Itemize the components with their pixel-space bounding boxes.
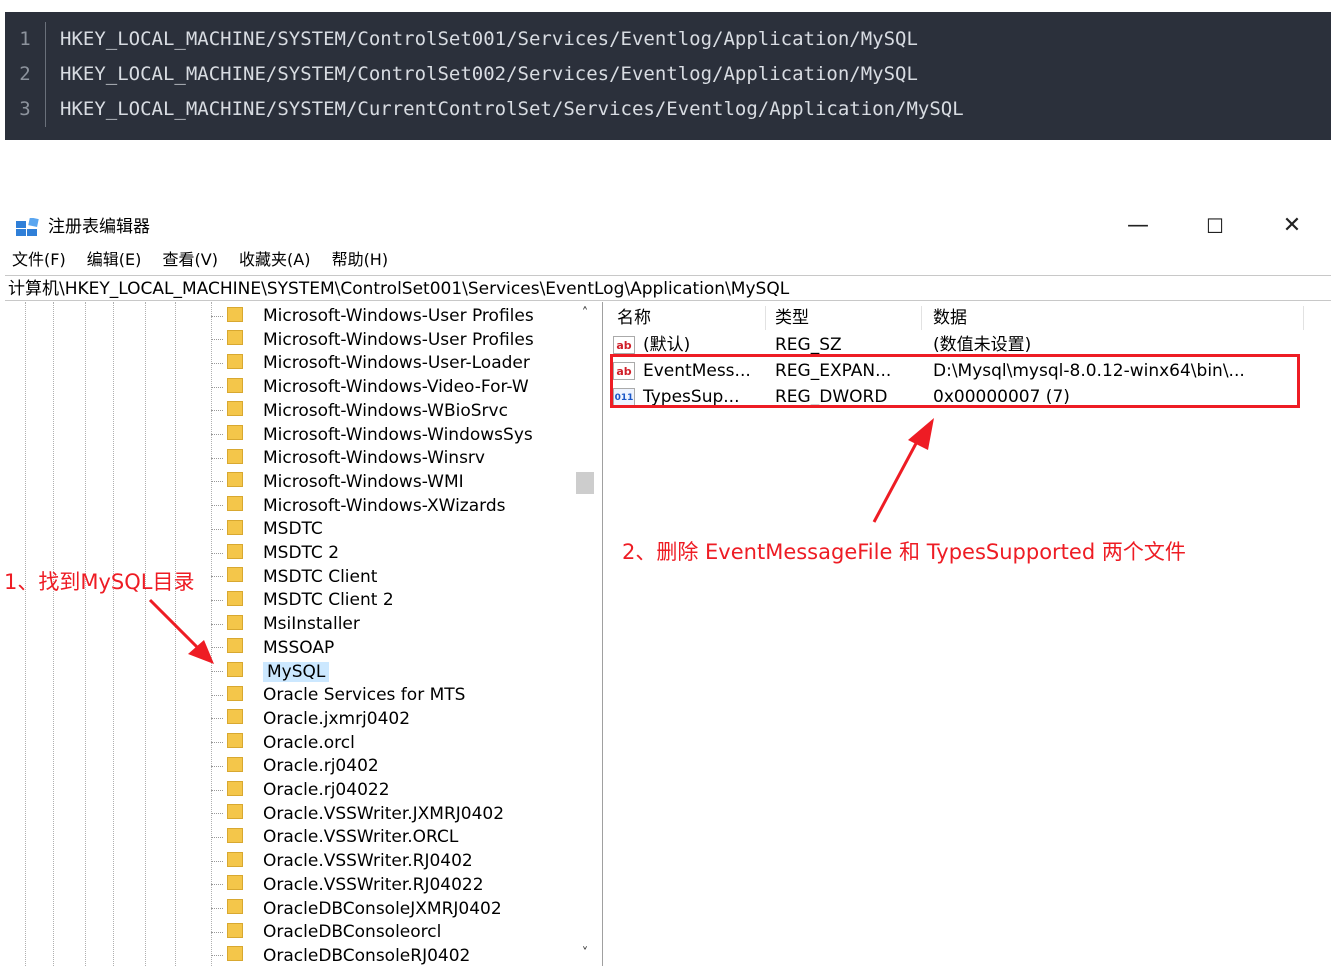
annotation-step2: 2、删除 EventMessageFile 和 TypesSupported 两… [622,540,1186,564]
arrow-to-values [872,418,934,523]
annotation-step1: 1、找到MySQL目录 [4,570,195,594]
arrow-to-mysql [148,598,214,664]
annotation-arrows [148,418,934,664]
